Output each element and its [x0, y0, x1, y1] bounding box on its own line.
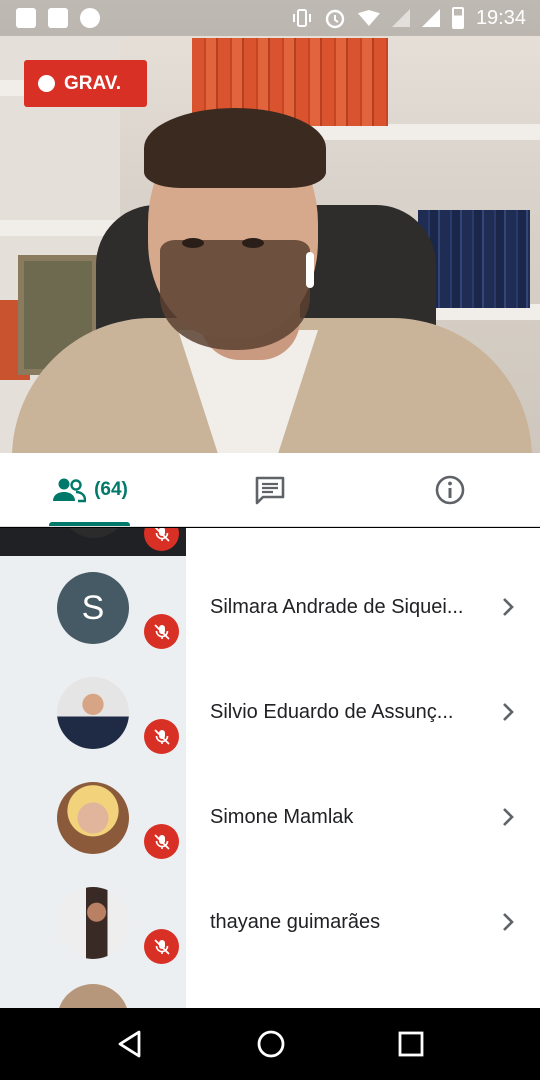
mic-off-icon [144, 719, 179, 754]
chevron-right-icon [503, 703, 514, 721]
chevron-right-icon [503, 598, 514, 616]
back-icon[interactable] [115, 1029, 145, 1059]
participant-list[interactable]: S Silmara Andrade de Siquei... Silvio Ed… [0, 528, 540, 1008]
screenshot-icon [16, 8, 36, 28]
recording-badge: GRAV. [24, 60, 147, 107]
participant-name: Silmara Andrade de Siquei... [210, 596, 464, 618]
list-item[interactable]: Silvio Eduardo de Assunç... [0, 661, 540, 766]
meet-icon [80, 8, 100, 28]
signal-icon [391, 9, 410, 27]
mic-off-icon [144, 614, 179, 649]
info-icon [435, 475, 465, 504]
list-item[interactable]: thayane guimarães [0, 871, 540, 976]
mic-off-icon [144, 528, 179, 551]
participant-name: Silvio Eduardo de Assunç... [210, 701, 454, 723]
system-nav-bar [0, 1008, 540, 1080]
battery-icon [451, 7, 464, 29]
chevron-right-icon [503, 913, 514, 931]
participant-name: thayane guimarães [210, 911, 381, 933]
tab-people[interactable]: (64) [0, 453, 180, 526]
record-dot-icon [38, 75, 55, 92]
avatar [57, 677, 129, 749]
avatar: S [57, 572, 129, 644]
avatar [60, 528, 128, 538]
avatar [57, 782, 129, 854]
list-item[interactable]: Simone Mamlak [0, 766, 540, 871]
mic-off-icon [144, 824, 179, 859]
home-icon[interactable] [256, 1029, 286, 1059]
tab-info[interactable] [360, 453, 540, 526]
participant-eye [182, 238, 204, 248]
list-item[interactable]: S Silmara Andrade de Siquei... [0, 556, 540, 661]
recents-icon[interactable] [397, 1030, 425, 1058]
wifi-icon [357, 10, 380, 26]
alarm-icon [325, 9, 345, 29]
panel-tabs: (64) [0, 453, 540, 527]
participant-name: Simone Mamlak [210, 806, 354, 828]
participant-count: (64) [94, 478, 128, 500]
participant-beard [160, 240, 310, 350]
chevron-right-icon [503, 808, 514, 826]
people-icon [53, 478, 87, 502]
mic-off-icon [144, 929, 179, 964]
recording-label: GRAV. [64, 72, 122, 94]
chat-icon [255, 476, 285, 504]
image-icon [48, 8, 68, 28]
participant-eye [242, 238, 264, 248]
clock: 19:34 [475, 6, 526, 29]
earbud [306, 252, 314, 288]
avatar [57, 887, 129, 959]
tab-chat[interactable] [180, 453, 360, 526]
vibrate-icon [292, 9, 311, 27]
signal-icon [421, 9, 440, 27]
status-bar: 19:34 [0, 0, 540, 36]
previous-row-peek [0, 528, 186, 556]
participant-hair [144, 108, 326, 188]
video-feed[interactable]: 19:34 GRAV. [0, 0, 540, 453]
